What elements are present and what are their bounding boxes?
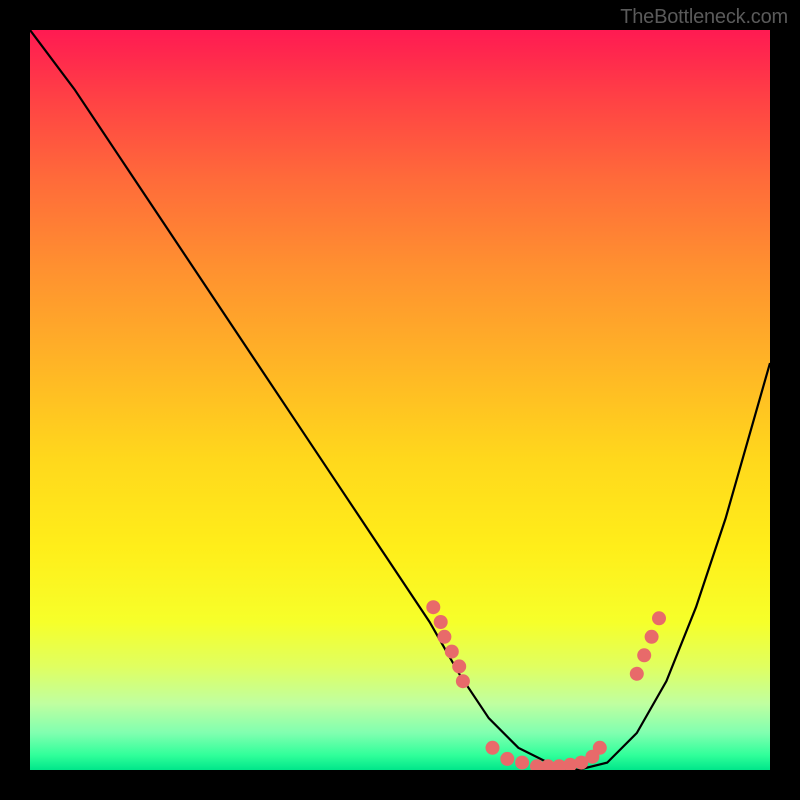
- data-marker: [593, 741, 607, 755]
- chart-svg: [30, 30, 770, 770]
- data-marker: [456, 674, 470, 688]
- data-marker: [486, 741, 500, 755]
- data-marker: [515, 756, 529, 770]
- plot-area: [30, 30, 770, 770]
- data-marker: [452, 659, 466, 673]
- data-marker: [630, 667, 644, 681]
- data-marker: [637, 648, 651, 662]
- data-marker: [437, 630, 451, 644]
- watermark-text: TheBottleneck.com: [620, 6, 788, 29]
- data-marker: [434, 615, 448, 629]
- data-marker: [426, 600, 440, 614]
- data-marker: [445, 645, 459, 659]
- marker-group: [426, 600, 666, 770]
- data-marker: [500, 752, 514, 766]
- data-marker: [652, 611, 666, 625]
- chart-container: TheBottleneck.com: [0, 0, 800, 800]
- bottleneck-curve: [30, 30, 770, 770]
- data-marker: [645, 630, 659, 644]
